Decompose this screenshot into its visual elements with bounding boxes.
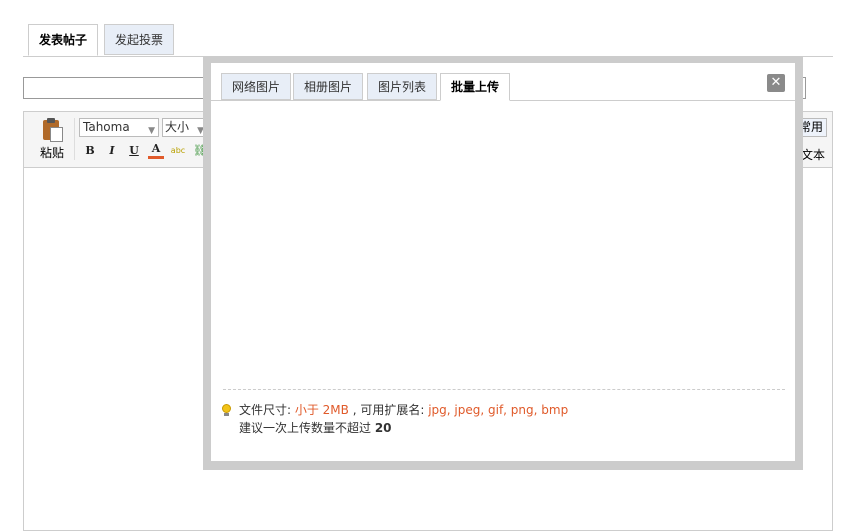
lightbulb-icon bbox=[221, 404, 232, 417]
ext-value: jpg, jpeg, gif, png, bmp bbox=[428, 403, 569, 417]
paste-label: 粘贴 bbox=[39, 146, 64, 160]
count-value: 20 bbox=[374, 421, 392, 435]
italic-button[interactable]: I bbox=[104, 142, 120, 160]
bold-button[interactable]: B bbox=[82, 142, 98, 160]
font-family-value: Tahoma bbox=[83, 120, 130, 134]
size-label: 文件尺寸: bbox=[239, 403, 295, 417]
image-dialog-tabs: 网络图片 相册图片 图片列表 批量上传 bbox=[211, 73, 795, 101]
tab-web-image[interactable]: 网络图片 bbox=[221, 73, 292, 100]
toolbar-divider bbox=[74, 118, 75, 160]
count-text: 建议一次上传数量不超过 bbox=[239, 421, 375, 435]
font-family-select[interactable]: Tahoma ▼ bbox=[79, 118, 159, 137]
underline-button[interactable]: U bbox=[126, 142, 142, 160]
font-color-button[interactable]: A bbox=[148, 142, 164, 159]
tab-new-post[interactable]: 发表帖子 bbox=[28, 24, 99, 56]
tab-batch-upload[interactable]: 批量上传 bbox=[440, 73, 511, 101]
font-size-select[interactable]: 大小 ▼ bbox=[162, 118, 208, 137]
file-size-tip: 文件尺寸: 小于 2MB , 可用扩展名: jpg, jpeg, gif, pn… bbox=[239, 401, 568, 419]
divider bbox=[223, 389, 785, 390]
font-size-value: 大小 bbox=[165, 120, 190, 134]
tab-image-list[interactable]: 图片列表 bbox=[367, 73, 438, 100]
image-dialog: 网络图片 相册图片 图片列表 批量上传 ✕ 文件尺寸: 小于 2MB , 可用扩… bbox=[211, 63, 795, 461]
paste-icon bbox=[42, 118, 63, 142]
paste-button[interactable]: 粘贴 bbox=[32, 118, 72, 162]
batch-upload-area[interactable] bbox=[223, 108, 785, 385]
image-dialog-frame: 网络图片 相册图片 图片列表 批量上传 ✕ 文件尺寸: 小于 2MB , 可用扩… bbox=[203, 56, 803, 470]
upload-count-tip: 建议一次上传数量不超过 20 bbox=[239, 419, 392, 437]
ext-label: , 可用扩展名: bbox=[348, 403, 429, 417]
post-type-tabs: 发表帖子 发起投票 bbox=[23, 24, 833, 57]
size-value: 小于 2MB bbox=[294, 403, 349, 417]
close-icon[interactable]: ✕ bbox=[767, 74, 785, 92]
tab-album-image[interactable]: 相册图片 bbox=[293, 73, 364, 100]
tab-new-poll[interactable]: 发起投票 bbox=[104, 24, 175, 55]
chevron-down-icon: ▼ bbox=[148, 126, 155, 136]
subject-input[interactable] bbox=[23, 77, 207, 99]
highlight-icon[interactable]: abc bbox=[169, 142, 187, 160]
